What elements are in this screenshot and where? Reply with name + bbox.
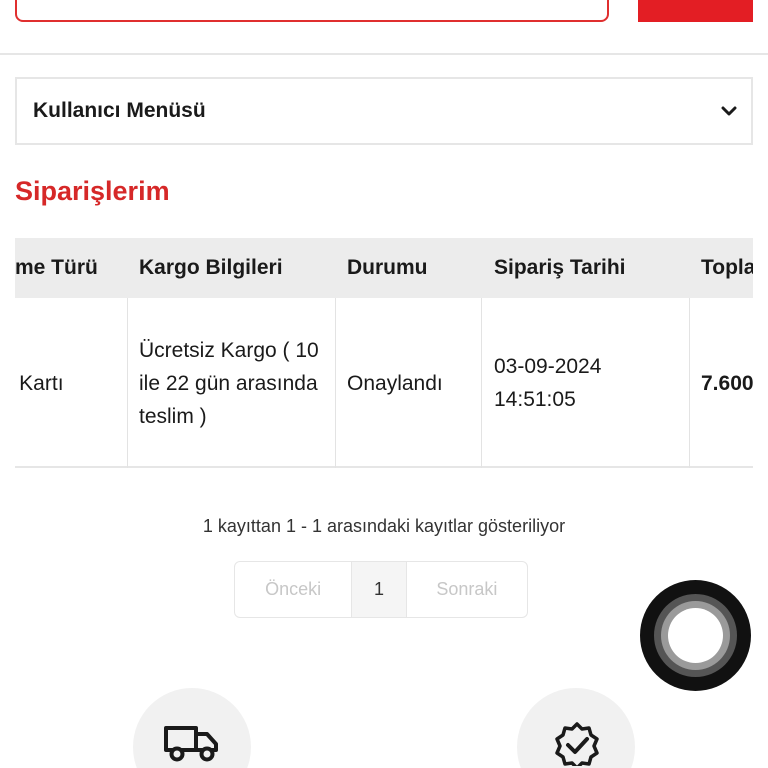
next-page-button[interactable]: Sonraki [407, 562, 527, 617]
search-bar[interactable] [15, 0, 609, 22]
page-number-button[interactable]: 1 [351, 562, 407, 617]
search-button[interactable] [638, 0, 753, 22]
cell-date: 03-09-2024 14:51:05 [494, 355, 602, 411]
floating-action-button[interactable] [640, 580, 751, 691]
truck-icon [164, 726, 218, 762]
user-menu-label: Kullanıcı Menüsü [33, 99, 206, 122]
column-divider [689, 298, 690, 468]
cell-total: 7.600 [701, 371, 753, 395]
records-info: 1 kayıttan 1 - 1 arasındaki kayıtlar gös… [202, 516, 566, 536]
table-header: me Türü Kargo Bilgileri Durumu Sipariş T… [15, 238, 753, 298]
column-header-payment: me Türü [15, 256, 98, 279]
chevron-down-icon [721, 106, 737, 116]
column-divider [127, 298, 128, 468]
verified-badge-icon [555, 722, 599, 766]
verified-feature [517, 688, 635, 768]
free-shipping-feature [133, 688, 251, 768]
column-header-date: Sipariş Tarihi [494, 256, 626, 279]
column-divider [335, 298, 336, 468]
table-row[interactable]: di Kartı Ücretsiz Kargo ( 10 ile 22 gün … [15, 298, 753, 468]
previous-page-button[interactable]: Önceki [235, 562, 351, 617]
column-header-total: Topla [701, 256, 753, 279]
cell-shipping: Ücretsiz Kargo ( 10 ile 22 gün arasında … [139, 338, 319, 428]
user-menu-dropdown[interactable]: Kullanıcı Menüsü [15, 77, 753, 145]
column-divider [481, 298, 482, 468]
pagination: Önceki 1 Sonraki [234, 561, 528, 618]
cell-status: Onaylandı [347, 371, 443, 395]
page-title: Siparişlerim [15, 176, 170, 206]
column-header-shipping: Kargo Bilgileri [139, 256, 283, 279]
column-header-status: Durumu [347, 256, 428, 279]
header-divider [0, 53, 768, 55]
orders-table[interactable]: me Türü Kargo Bilgileri Durumu Sipariş T… [15, 238, 753, 470]
cell-payment: di Kartı [15, 371, 64, 395]
